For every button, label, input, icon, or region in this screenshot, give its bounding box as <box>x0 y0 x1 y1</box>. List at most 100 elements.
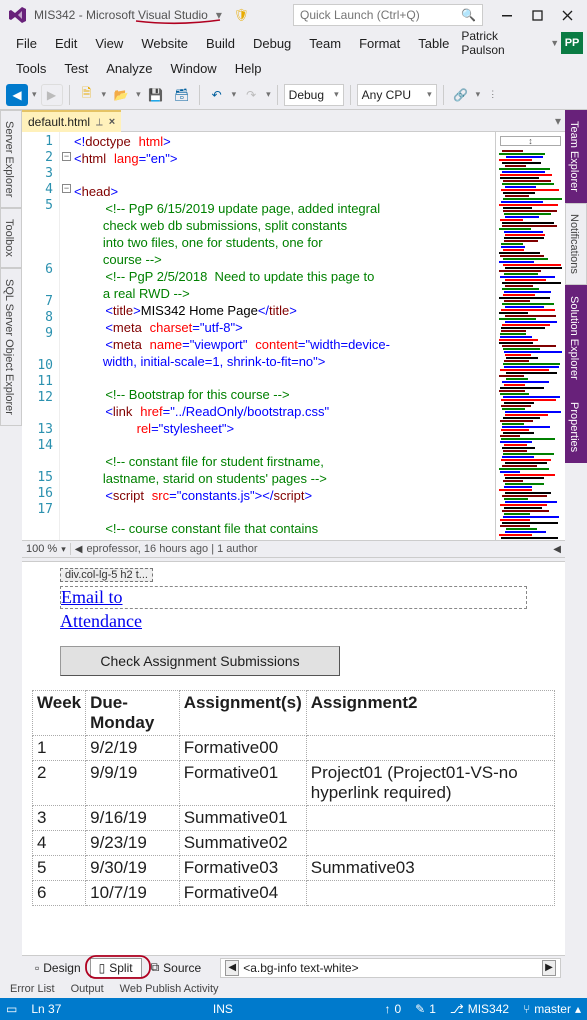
table-cell: 10/7/19 <box>86 881 180 906</box>
check-assignment-button[interactable]: Check Assignment Submissions <box>60 646 340 676</box>
chevron-down-icon[interactable]: ▼ <box>550 38 559 48</box>
close-button[interactable] <box>553 4 581 26</box>
codelens-info[interactable]: eprofessor, 16 hours ago | 1 author <box>86 543 257 555</box>
tag-breadcrumb[interactable]: div.col-lg-5 h2 t... <box>60 568 153 582</box>
search-icon[interactable]: 🔍 <box>461 8 476 22</box>
tag-path-breadcrumb[interactable]: ◀ <a.bg-info text-white> ▶ <box>220 958 561 978</box>
toolbar-overflow[interactable]: ⋮ <box>488 89 497 100</box>
save-all-button[interactable]: 🗃 <box>171 84 193 106</box>
properties-tab[interactable]: Properties <box>565 391 587 463</box>
menu-help[interactable]: Help <box>227 58 270 79</box>
pin-icon[interactable]: ⟂ <box>96 117 103 128</box>
restore-button[interactable] <box>523 4 551 26</box>
table-cell <box>306 881 554 906</box>
view-source-button[interactable]: ⧉ Source <box>142 957 211 978</box>
table-cell: 3 <box>33 806 86 831</box>
undo-button[interactable]: ↶ <box>206 84 228 106</box>
solution-config-combo[interactable]: Debug▾ <box>284 84 344 106</box>
main-menu: File Edit View Website Build Debug Team … <box>0 30 587 56</box>
menu-test[interactable]: Test <box>56 58 96 79</box>
table-cell: 9/30/19 <box>86 856 180 881</box>
table-cell: Formative03 <box>179 856 306 881</box>
save-button[interactable]: 💾 <box>145 84 167 106</box>
status-line: Ln 37 <box>31 1002 61 1016</box>
new-project-button[interactable]: 🗎 <box>76 84 98 106</box>
breadcrumb-left[interactable]: ◀ <box>225 960 239 976</box>
zoom-combo[interactable]: 100 % <box>26 543 57 555</box>
table-cell <box>306 736 554 761</box>
menu-build[interactable]: Build <box>198 33 243 54</box>
table-row: 610/7/19Formative04 <box>33 881 555 906</box>
server-explorer-tab[interactable]: Server Explorer <box>0 110 22 208</box>
web-publish-activity-tab[interactable]: Web Publish Activity <box>120 983 219 995</box>
table-row: 59/30/19Formative03Summative03 <box>33 856 555 881</box>
code-editor[interactable]: <!doctype html><html lang="en"><head> <!… <box>60 132 495 540</box>
menu-team[interactable]: Team <box>301 33 349 54</box>
output-tab[interactable]: Output <box>71 983 104 995</box>
user-avatar[interactable]: PP <box>561 32 583 54</box>
nav-forward-button[interactable]: ▶ <box>41 84 63 106</box>
title-dropdown-icon[interactable]: ▾ <box>212 8 226 22</box>
table-cell <box>306 806 554 831</box>
menu-view[interactable]: View <box>87 33 131 54</box>
status-insert-mode: INS <box>213 1002 233 1016</box>
attendance-link[interactable]: Attendance <box>60 611 142 631</box>
table-row: 29/9/19Formative01Project01 (Project01-V… <box>33 761 555 806</box>
title-admin-icon[interactable]: 🛡 <box>230 8 253 22</box>
menu-window[interactable]: Window <box>162 58 224 79</box>
close-icon[interactable]: × <box>109 116 115 128</box>
menu-table[interactable]: Table <box>410 33 457 54</box>
design-view[interactable]: div.col-lg-5 h2 t... Email to Attendance… <box>22 562 565 955</box>
table-header: Assignment2 <box>306 691 554 736</box>
status-repo[interactable]: ⎇ MIS342 <box>450 1002 509 1016</box>
status-branch[interactable]: ⑂ master ▴ <box>523 1002 581 1016</box>
error-list-tab[interactable]: Error List <box>10 983 55 995</box>
open-file-button[interactable]: 📂 <box>110 84 132 106</box>
quick-launch-input[interactable] <box>300 8 461 22</box>
table-row: 39/16/19Summative01 <box>33 806 555 831</box>
breadcrumb-right[interactable]: ▶ <box>542 960 556 976</box>
sql-server-object-explorer-tab[interactable]: SQL Server Object Explorer <box>0 268 22 426</box>
menu-format[interactable]: Format <box>351 33 408 54</box>
document-tab-default-html[interactable]: default.html ⟂ × <box>22 110 121 132</box>
notifications-tab[interactable]: Notifications <box>565 203 587 285</box>
minimize-button[interactable] <box>493 4 521 26</box>
table-header: Week <box>33 691 86 736</box>
scroll-minimap[interactable] <box>495 132 565 540</box>
table-cell: Summative01 <box>179 806 306 831</box>
menu-edit[interactable]: Edit <box>47 33 85 54</box>
table-cell: Summative02 <box>179 831 306 856</box>
standard-toolbar: ◀ ▾ ▶ 🗎▾ 📂▾ 💾 🗃 ↶▾ ↷▾ Debug▾ Any CPU▾ 🔗▾… <box>0 80 587 110</box>
nav-back-button[interactable]: ◀ <box>6 84 28 106</box>
main-menu-2: Tools Test Analyze Window Help <box>0 56 587 80</box>
menu-debug[interactable]: Debug <box>245 33 299 54</box>
assignments-table: WeekDue-MondayAssignment(s)Assignment2 1… <box>32 690 555 906</box>
solution-platform-combo[interactable]: Any CPU▾ <box>357 84 437 106</box>
menu-analyze[interactable]: Analyze <box>98 58 160 79</box>
table-row: 49/23/19Summative02 <box>33 831 555 856</box>
view-split-button[interactable]: ▯ Split <box>90 958 142 978</box>
table-cell: Project01 (Project01-VS-no hyperlink req… <box>306 761 554 806</box>
browser-link-button[interactable]: 🔗 <box>450 84 472 106</box>
menu-website[interactable]: Website <box>133 33 196 54</box>
menu-tools[interactable]: Tools <box>8 58 54 79</box>
quick-launch[interactable]: 🔍 <box>293 4 483 26</box>
toolbox-tab[interactable]: Toolbox <box>0 208 22 268</box>
view-design-button[interactable]: ▫ Design <box>26 958 90 978</box>
status-pending-down[interactable]: ✎ 1 <box>415 1002 436 1016</box>
table-cell: 4 <box>33 831 86 856</box>
user-name[interactable]: Patrick Paulson <box>461 29 544 57</box>
table-cell: 9/23/19 <box>86 831 180 856</box>
solution-explorer-tab[interactable]: Solution Explorer <box>565 285 587 391</box>
redo-button[interactable]: ↷ <box>240 84 262 106</box>
minimap-split-handle[interactable] <box>500 136 561 146</box>
table-cell: 1 <box>33 736 86 761</box>
status-pending-up[interactable]: ↑ 0 <box>384 1002 401 1016</box>
doc-tabs-overflow[interactable]: ▾ <box>551 110 565 132</box>
email-link[interactable]: Email to <box>60 586 527 609</box>
table-cell: 9/9/19 <box>86 761 180 806</box>
table-header: Due-Monday <box>86 691 180 736</box>
team-explorer-tab[interactable]: Team Explorer <box>565 110 587 203</box>
menu-file[interactable]: File <box>8 33 45 54</box>
statusbar: ▭ Ln 37 INS ↑ 0 ✎ 1 ⎇ MIS342 ⑂ master ▴ <box>0 998 587 1020</box>
